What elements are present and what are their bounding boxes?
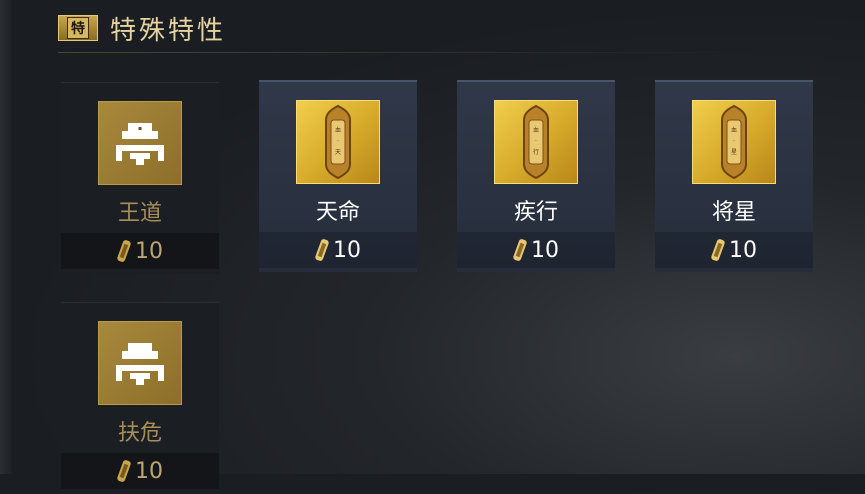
left-edge-strip: [0, 0, 12, 474]
svg-text:·: ·: [337, 138, 339, 145]
header-divider: [58, 52, 758, 53]
trait-name: 扶危: [117, 421, 162, 446]
altar-icon: [98, 321, 182, 405]
scroll-icon: [513, 239, 527, 261]
scroll-icon: [117, 460, 131, 482]
tablet-icon: 血 · 行: [494, 100, 578, 184]
trait-cost: 10: [61, 453, 219, 489]
svg-text:·: ·: [733, 138, 735, 145]
svg-text:血: 血: [335, 126, 341, 134]
trait-name: 将星: [711, 200, 756, 225]
altar-icon: ▪: [98, 101, 182, 185]
svg-text:血: 血: [533, 126, 539, 134]
trait-card[interactable]: 扶危 10: [61, 302, 219, 494]
trait-badge-icon: 特: [58, 15, 98, 41]
section-header: 特 特殊特性: [58, 10, 226, 46]
trait-name: 疾行: [513, 200, 558, 225]
scroll-icon: [711, 239, 725, 261]
trait-cost: 10: [259, 232, 417, 268]
trait-card[interactable]: ▪ 王道 10: [61, 82, 219, 274]
svg-text:天: 天: [335, 149, 341, 156]
svg-text:·: ·: [535, 138, 537, 145]
trait-cost: 10: [655, 232, 813, 268]
trait-card[interactable]: 血 · 星 将星 10: [655, 80, 813, 272]
trait-card[interactable]: 血 · 天 天命 10: [259, 80, 417, 272]
trait-cost: 10: [457, 232, 615, 268]
trait-cost: 10: [61, 233, 219, 269]
section-title: 特殊特性: [110, 15, 227, 46]
trait-name: 王道: [117, 201, 162, 226]
svg-text:血: 血: [731, 126, 737, 134]
svg-text:星: 星: [731, 149, 737, 156]
trait-name: 天命: [315, 200, 360, 225]
tablet-icon: 血 · 星: [692, 100, 776, 184]
scroll-icon: [117, 240, 131, 262]
tablet-icon: 血 · 天: [296, 100, 380, 184]
svg-text:行: 行: [533, 148, 539, 156]
trait-card[interactable]: 血 · 行 疾行 10: [457, 80, 615, 272]
scroll-icon: [315, 239, 329, 261]
svg-text:▪: ▪: [138, 125, 142, 132]
